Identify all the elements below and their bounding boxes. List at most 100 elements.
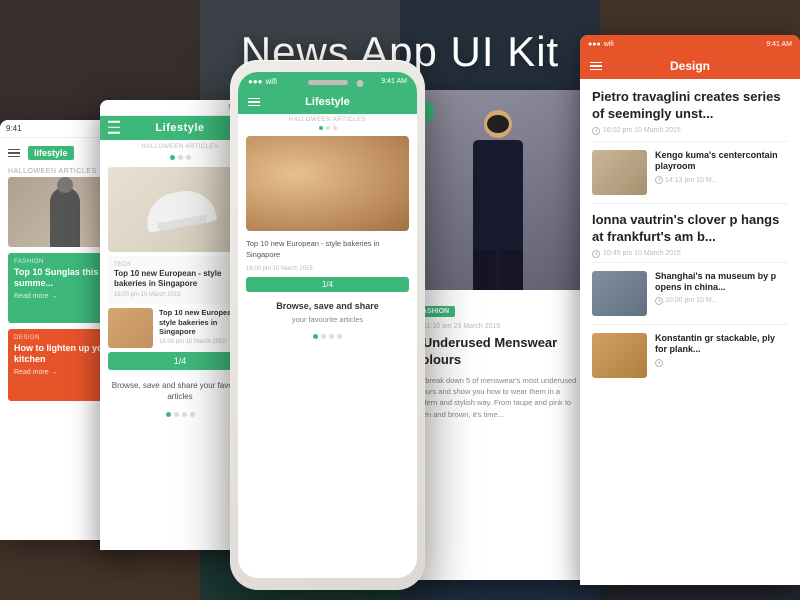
- phone-bottom-dot-1[interactable]: [313, 334, 318, 339]
- phone-save-subtitle: your favourite articles: [248, 315, 407, 324]
- s5-status-bar: ●●● wifi 9:41 AM: [580, 35, 800, 53]
- s5-main-article[interactable]: Pietro travaglini creates series of seem…: [580, 79, 800, 141]
- s5-clock-icon-1: [592, 127, 600, 135]
- s5-clock-icon-2: [655, 176, 663, 184]
- s5-clock-icon-3: [592, 250, 600, 258]
- s5-row-1-image: [592, 150, 647, 195]
- phone-bottom-dot-4[interactable]: [337, 334, 342, 339]
- phone-page-text: 1/4: [322, 280, 333, 289]
- s2-dot-3[interactable]: [186, 155, 191, 160]
- s5-row-article-3[interactable]: Konstantin gr stackable, ply for plank..…: [580, 325, 800, 386]
- s5-hamburger-icon[interactable]: [590, 62, 602, 71]
- s5-main-article-2[interactable]: Ionna vautrin's clover p hangs at frankf…: [580, 204, 800, 262]
- s5-row-3-image: [592, 333, 647, 378]
- man-right-leg: [500, 250, 523, 290]
- s2-bottom-dot-4[interactable]: [190, 412, 195, 417]
- s5-main2-article-time: 10:45 pm 10 March 2015: [592, 250, 788, 258]
- screens-container: 9:41 lifestyle HALLOWEEN ARTICLES FASHIO…: [0, 90, 800, 600]
- phone-screen: ●●● wifi 9:41 AM Lifestyle HALLOWEEN ART…: [238, 72, 417, 578]
- s5-row-3-time: [655, 359, 788, 367]
- phone-dot-3[interactable]: [333, 126, 337, 130]
- s5-row-article-1[interactable]: Kengo kuma's centercontain playroom 14:1…: [580, 142, 800, 203]
- phone-carousel-dots: [238, 124, 417, 132]
- s4-article-title: 5 Underused Menswear Colours: [412, 335, 583, 369]
- signal-icon: ●●●: [248, 77, 263, 86]
- s2-dot-2[interactable]: [178, 155, 183, 160]
- man-head: [484, 110, 512, 138]
- s2-article-time: 16:00 pm 10 March 2015: [114, 292, 246, 298]
- s5-main-time-text: 16:02 pm 10 March 2015: [603, 127, 681, 134]
- s5-row-1-text: Kengo kuma's centercontain playroom 14:1…: [655, 150, 788, 184]
- s5-signal-icons: ●●● wifi: [588, 41, 614, 48]
- s1-time: 9:41: [6, 124, 22, 133]
- phone-bottom-dots: [238, 330, 417, 343]
- bakery-bg: [246, 136, 409, 231]
- man-legs: [473, 250, 523, 290]
- phone-dot-1[interactable]: [319, 126, 323, 130]
- s5-signal-icon: ●●●: [588, 41, 601, 48]
- s4-header-image: ‹: [400, 90, 595, 290]
- s2-article-cat: TECH: [114, 262, 246, 268]
- s4-time-text: 11:10 am 23 March 2015: [423, 323, 500, 330]
- phone-dot-2[interactable]: [326, 126, 330, 130]
- s2-hamburger-icon[interactable]: [108, 121, 120, 136]
- s2-bottom-dot-3[interactable]: [182, 412, 187, 417]
- phone-frame: ●●● wifi 9:41 AM Lifestyle HALLOWEEN ART…: [230, 60, 425, 590]
- s4-article-time: 11:10 am 23 March 2015: [412, 322, 583, 330]
- man-figure: [458, 110, 538, 290]
- s2-bottom-dot-2[interactable]: [174, 412, 179, 417]
- s5-main-article-time: 16:02 pm 10 March 2015: [592, 127, 788, 135]
- s1-hamburger-icon[interactable]: [8, 149, 20, 158]
- s5-row-3-text: Konstantin gr stackable, ply for plank..…: [655, 333, 788, 367]
- phone-article-text: Top 10 new European - style bakeries in …: [238, 235, 417, 264]
- s5-row-2-text: Shanghai's na museum by p opens in china…: [655, 271, 788, 305]
- s2-bakery-image: [108, 308, 153, 348]
- s4-content: FASHION 11:10 am 23 March 2015 5 Underus…: [400, 290, 595, 430]
- s5-wifi-icon: wifi: [604, 41, 614, 48]
- phone-header: Lifestyle: [238, 90, 417, 114]
- s5-row-2-time-text: 10:00 pm 10 M...: [665, 297, 718, 304]
- phone-bottom-dot-2[interactable]: [321, 334, 326, 339]
- phone-signal-icons: ●●● wifi: [248, 77, 277, 86]
- screen-4: ‹ FASHION 11:10 am 23 March 2015 5 Under…: [400, 90, 595, 580]
- s5-clock-icon-5: [655, 359, 663, 367]
- person-silhouette: [50, 187, 80, 247]
- s4-article-body: We break down 5 of menswear's most under…: [412, 375, 583, 420]
- man-left-leg: [473, 250, 496, 290]
- phone-status-bar: ●●● wifi 9:41 AM: [238, 72, 417, 90]
- s5-row-article-2[interactable]: Shanghai's na museum by p opens in china…: [580, 263, 800, 324]
- s5-row-2-image: [592, 271, 647, 316]
- s5-row-1-title: Kengo kuma's centercontain playroom: [655, 150, 788, 173]
- phone-pagination: 1/4: [246, 277, 409, 292]
- phone-save-title: Browse, save and share: [248, 301, 407, 313]
- phone-save-section: Browse, save and share your favourite ar…: [238, 295, 417, 330]
- s2-page-text: 1/4: [174, 356, 187, 366]
- s1-category-badge: lifestyle: [28, 146, 74, 160]
- man-body: [473, 140, 523, 250]
- screen-5: ●●● wifi 9:41 AM Design Pietro travaglin…: [580, 35, 800, 585]
- shoe-image: [142, 186, 217, 233]
- s5-row-1-time: 14:13 pm 10 M...: [655, 176, 788, 184]
- phone-article-time: 16:00 pm 10 March 2015: [238, 264, 417, 274]
- s5-clock-icon-4: [655, 297, 663, 305]
- s5-category-title: Design: [670, 59, 710, 73]
- phone-bottom-dot-3[interactable]: [329, 334, 334, 339]
- s2-article-title: Top 10 new European - style bakeries in …: [114, 269, 246, 290]
- phone-hamburger-icon[interactable]: [248, 98, 260, 107]
- s5-main2-article-title: Ionna vautrin's clover p hangs at frankf…: [592, 212, 788, 246]
- s2-dot-1[interactable]: [170, 155, 175, 160]
- s5-header: Design: [580, 53, 800, 79]
- phone-outer-shell: ●●● wifi 9:41 AM Lifestyle HALLOWEEN ART…: [230, 60, 425, 590]
- phone-category-title: Lifestyle: [305, 96, 350, 108]
- phone-article-title: Top 10 new European - style bakeries in …: [246, 239, 379, 259]
- phone-section-label: HALLOWEEN ARTICLES: [238, 114, 417, 124]
- s5-row-2-time: 10:00 pm 10 M...: [655, 297, 788, 305]
- s5-row-3-title: Konstantin gr stackable, ply for plank..…: [655, 333, 788, 356]
- s5-time: 9:41 AM: [766, 41, 792, 48]
- wifi-icon: wifi: [266, 77, 278, 86]
- s2-bottom-dot-1[interactable]: [166, 412, 171, 417]
- s5-main2-time-text: 10:45 pm 10 March 2015: [603, 250, 681, 257]
- s5-row-1-time-text: 14:13 pm 10 M...: [665, 177, 718, 184]
- s5-main-article-title: Pietro travaglini creates series of seem…: [592, 89, 788, 123]
- phone-time: 9:41 AM: [381, 78, 407, 85]
